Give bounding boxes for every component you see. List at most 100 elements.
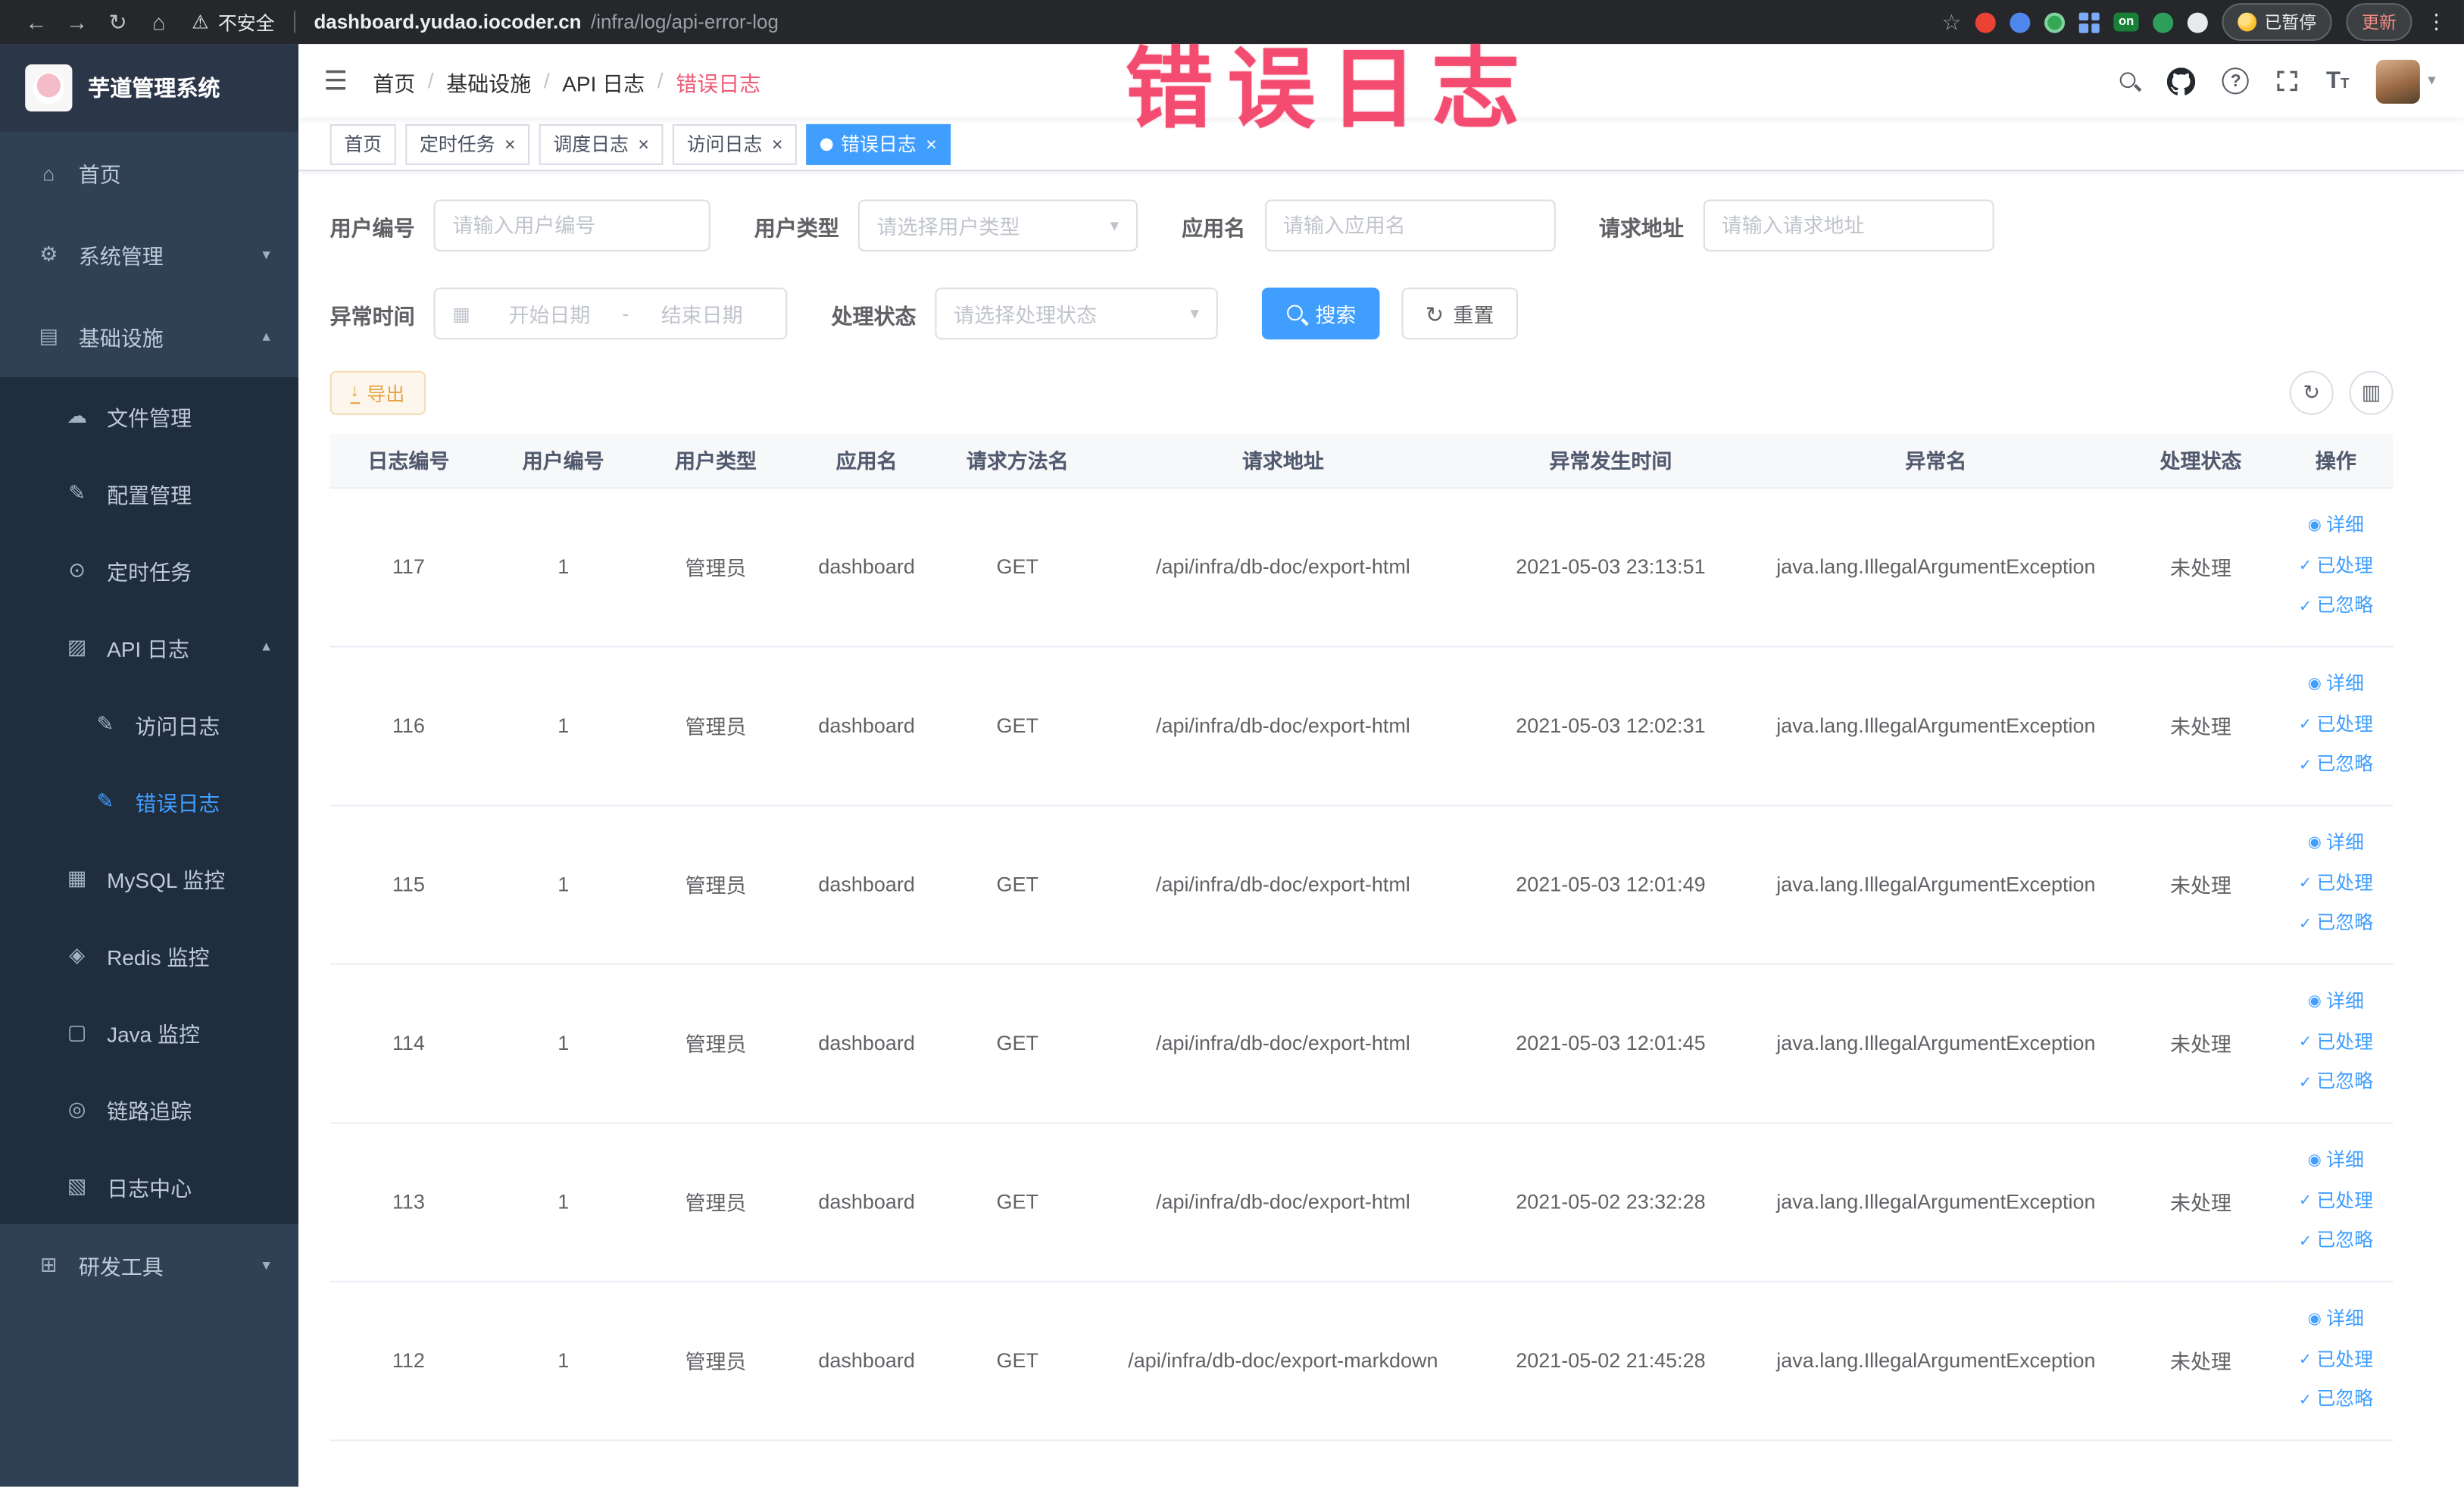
cell-exception-time: 2021-05-03 23:13:51 — [1472, 487, 1750, 647]
sidebar-item[interactable]: ☁ 文件管理 — [0, 376, 299, 455]
breadcrumb-item[interactable]: 基础设施 — [446, 65, 531, 96]
extension-on-badge[interactable]: on — [2113, 12, 2139, 32]
column-header: 应用名 — [792, 433, 942, 489]
detail-link[interactable]: ◉ 详细 — [2287, 823, 2386, 864]
view-tab[interactable]: 调度日志 × — [539, 123, 664, 164]
fullscreen-icon[interactable] — [2276, 69, 2300, 92]
mark-ignored-link[interactable]: ✓ 已忽略 — [2287, 587, 2386, 628]
sidebar-item[interactable]: ▤ 基础设施 ▴ — [0, 295, 298, 377]
filter-row-1: 用户编号 用户类型 请选择用户类型 ▾ 应用名 — [330, 199, 2394, 251]
mark-processed-link[interactable]: ✓ 已处理 — [2287, 864, 2386, 904]
action-label: 已处理 — [2316, 554, 2374, 576]
sidebar-item[interactable]: ⌂ 首页 — [0, 132, 298, 214]
column-settings-button[interactable]: ▥ — [2349, 370, 2394, 415]
browser-menu-icon[interactable]: ⋮ — [2426, 9, 2448, 34]
forward-icon[interactable]: → — [57, 9, 98, 34]
mark-processed-link[interactable]: ✓ 已处理 — [2287, 546, 2386, 587]
mark-ignored-link[interactable]: ✓ 已忽略 — [2287, 1222, 2386, 1263]
search-button[interactable]: 搜索 — [1261, 287, 1380, 340]
close-icon[interactable]: × — [772, 134, 783, 153]
search-icon[interactable] — [2119, 70, 2141, 92]
breadcrumb-item[interactable]: 首页 — [373, 65, 415, 96]
detail-link[interactable]: ◉ 详细 — [2287, 982, 2386, 1023]
reset-button[interactable]: ↻ 重置 — [1401, 287, 1518, 340]
help-icon[interactable]: ? — [2222, 67, 2250, 95]
cell-request-method: GET — [941, 1122, 1094, 1282]
close-icon[interactable]: × — [504, 134, 516, 153]
sidebar-item-label: 基础设施 — [78, 326, 164, 351]
view-tab[interactable]: 错误日志 × — [806, 123, 951, 164]
extension-leaf-icon[interactable] — [2153, 11, 2174, 33]
table-refresh-button[interactable]: ↻ — [2289, 370, 2334, 415]
font-size-icon[interactable]: TT — [2326, 69, 2349, 92]
sidebar-item-label: 系统管理 — [78, 245, 164, 269]
logo[interactable]: 芋道管理系统 — [0, 44, 299, 133]
app-name-input[interactable] — [1282, 214, 1536, 238]
sidebar-item[interactable]: ⊞ 研发工具 ▾ — [0, 1224, 298, 1306]
close-icon[interactable]: × — [638, 134, 649, 153]
address-bar[interactable]: ⚠ 不安全 dashboard.yudao.iocoder.cn/infra/l… — [192, 8, 1941, 35]
check-icon: ✓ — [2298, 1232, 2313, 1251]
extension-red-icon[interactable] — [1975, 11, 1997, 33]
update-button[interactable]: 更新 — [2346, 3, 2412, 41]
mark-processed-link[interactable]: ✓ 已处理 — [2287, 1181, 2386, 1222]
sidebar-item[interactable]: ◎ 链路追踪 — [0, 1070, 299, 1148]
paused-badge[interactable]: 已暂停 — [2222, 3, 2332, 41]
sidebar-item[interactable]: ✎ 错误日志 — [0, 762, 299, 839]
table-row: 116 1 管理员 dashboard GET/api/infra/db-doc/exp… — [329, 645, 2394, 806]
export-button[interactable]: ↓ 导出 — [329, 370, 426, 415]
filter-user-id: 用户编号 — [330, 199, 710, 251]
sidebar-item[interactable]: ▢ Java 监控 — [0, 993, 299, 1070]
sidebar-item[interactable]: ▧ 日志中心 — [0, 1147, 299, 1225]
mark-processed-link[interactable]: ✓ 已处理 — [2287, 1340, 2386, 1381]
view-tab[interactable]: 首页 — [329, 123, 396, 164]
sidebar-item[interactable]: ▦ MySQL 监控 — [0, 839, 299, 917]
date-range-picker[interactable]: ▦ 开始日期 - 结束日期 — [433, 287, 788, 340]
detail-link[interactable]: ◉ 详细 — [2287, 506, 2386, 547]
cell-log-id: 116 — [329, 645, 488, 806]
mark-ignored-link[interactable]: ✓ 已忽略 — [2287, 904, 2386, 945]
filter-app-name: 应用名 — [1182, 199, 1555, 251]
screenshot-viewport: ← → ↻ ⌂ ⚠ 不安全 dashboard.yudao.iocoder.cn… — [0, 0, 2464, 1487]
user-type-select[interactable]: 请选择用户类型 ▾ — [857, 199, 1138, 251]
sidebar-item[interactable]: ⚙ 系统管理 ▾ — [0, 214, 298, 295]
extension-blue-icon[interactable] — [2010, 11, 2031, 33]
extension-grid-icon[interactable] — [2079, 11, 2100, 33]
back-icon[interactable]: ← — [16, 9, 57, 34]
hamburger-icon[interactable]: ☰ — [323, 65, 348, 96]
user-menu[interactable]: ▾ — [2375, 58, 2436, 103]
detail-link[interactable]: ◉ 详细 — [2287, 1299, 2386, 1340]
user-id-input[interactable] — [452, 214, 692, 238]
calendar-icon: ▦ — [452, 302, 471, 325]
eye-icon: ◉ — [2307, 1310, 2322, 1328]
process-status-select[interactable]: 请选择处理状态 ▾ — [935, 287, 1218, 340]
reload-icon[interactable]: ↻ — [98, 8, 139, 35]
detail-link[interactable]: ◉ 详细 — [2287, 1141, 2386, 1182]
extension-green-icon[interactable] — [2044, 11, 2066, 33]
mark-processed-link[interactable]: ✓ 已处理 — [2287, 1023, 2386, 1064]
request-url-input[interactable] — [1721, 214, 1975, 238]
sidebar-item[interactable]: ✎ 配置管理 — [0, 454, 299, 532]
table-row: 113 1 管理员 dashboard GET/api/infra/db-doc/exp… — [329, 1122, 2394, 1282]
mark-processed-link[interactable]: ✓ 已处理 — [2287, 705, 2386, 746]
browser-home-icon[interactable]: ⌂ — [139, 9, 180, 34]
cell-status: 未处理 — [2122, 1280, 2279, 1441]
close-icon[interactable]: × — [926, 134, 937, 153]
sidebar-item[interactable]: ◈ Redis 监控 — [0, 916, 299, 994]
cell-log-id: 113 — [329, 1122, 488, 1282]
sidebar-item[interactable]: ▨ API 日志 ▴ — [0, 608, 299, 686]
extension-paw-icon[interactable] — [2187, 11, 2208, 33]
bookmark-star-icon[interactable]: ☆ — [1941, 8, 1961, 35]
view-tab[interactable]: 访问日志 × — [673, 123, 798, 164]
sidebar-item[interactable]: ⊙ 定时任务 — [0, 531, 299, 608]
mark-ignored-link[interactable]: ✓ 已忽略 — [2287, 745, 2386, 786]
cell-user-id: 1 — [487, 487, 640, 647]
mark-ignored-link[interactable]: ✓ 已忽略 — [2287, 1063, 2386, 1104]
view-tab[interactable]: 定时任务 × — [405, 123, 530, 164]
detail-link[interactable]: ◉ 详细 — [2287, 664, 2386, 705]
table-settings: ↻ ▥ — [2289, 370, 2394, 415]
github-icon[interactable] — [2167, 67, 2196, 95]
sidebar-item[interactable]: ✎ 访问日志 — [0, 685, 299, 763]
mark-ignored-link[interactable]: ✓ 已忽略 — [2287, 1380, 2386, 1421]
breadcrumb-item[interactable]: API 日志 — [562, 65, 645, 96]
